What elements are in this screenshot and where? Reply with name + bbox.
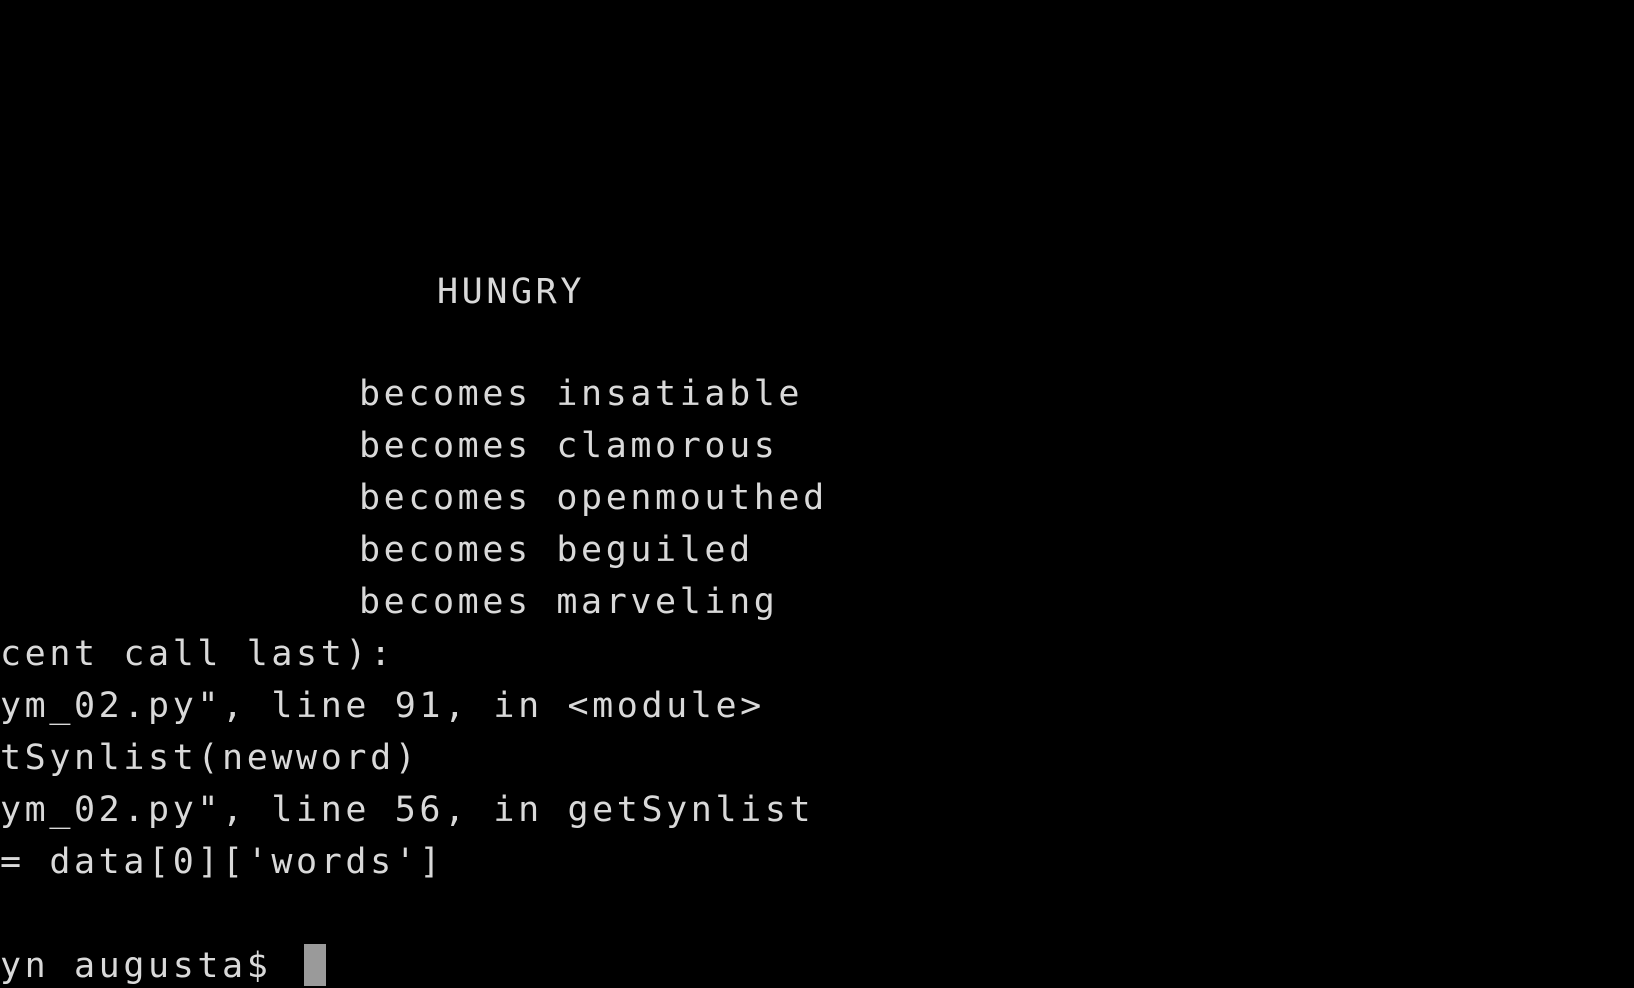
synonym-line-1: becomes insatiable	[359, 374, 804, 414]
text-cursor	[304, 944, 327, 986]
synonym-line-3: becomes openmouthed	[359, 478, 828, 518]
poem-title: HUNGRY	[437, 272, 586, 312]
synonym-line-4: becomes beguiled	[359, 530, 754, 570]
traceback-line-2: ym_02.py", line 91, in <module>	[0, 686, 765, 726]
traceback-line-5: = data[0]['words']	[0, 842, 445, 882]
synonym-line-5: becomes marveling	[359, 582, 779, 622]
terminal-window[interactable]: HUNGRY becomes insatiable becomes clamor…	[0, 0, 1634, 988]
traceback-line-3: tSynlist(newword)	[0, 738, 420, 778]
shell-prompt: yn augusta$	[0, 946, 297, 986]
traceback-line-1: cent call last):	[0, 634, 395, 674]
synonym-line-2: becomes clamorous	[359, 426, 779, 466]
traceback-line-4: ym_02.py", line 56, in getSynlist	[0, 790, 815, 830]
prompt-line[interactable]: yn augusta$	[0, 940, 327, 988]
